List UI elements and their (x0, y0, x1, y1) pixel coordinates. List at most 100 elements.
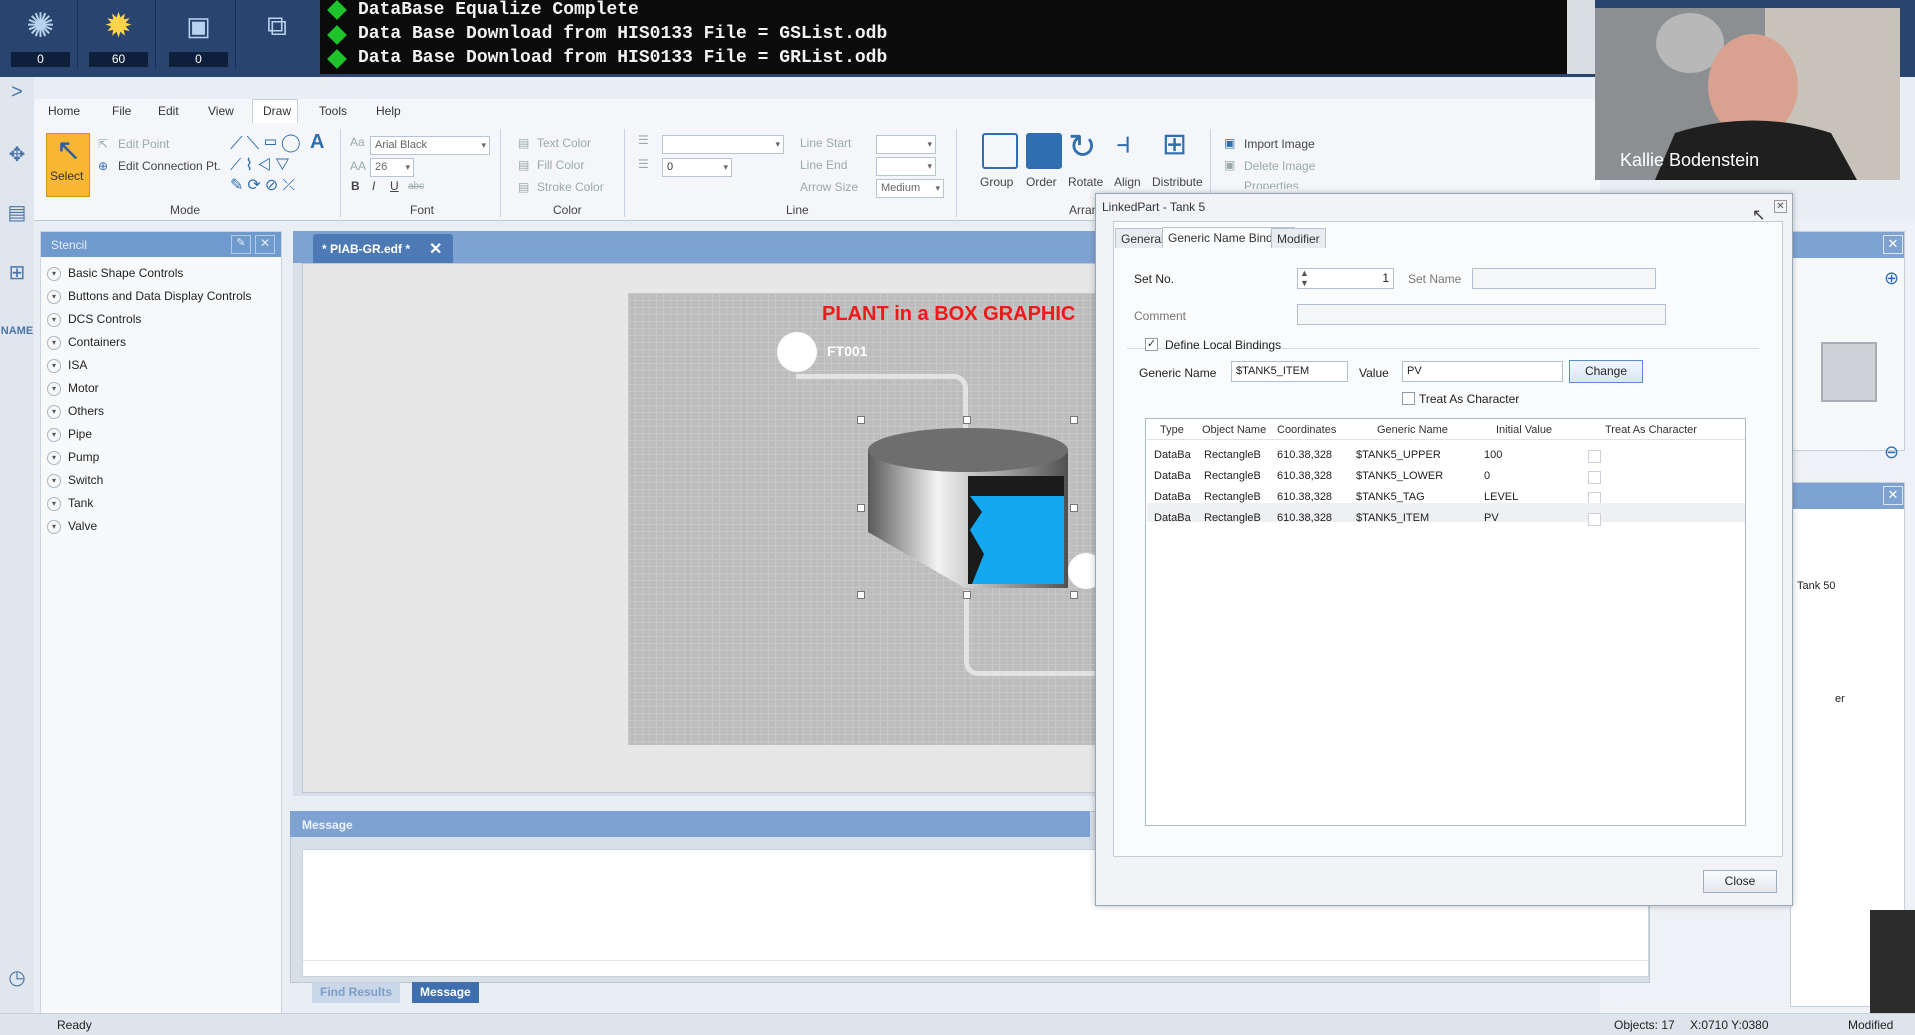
menu-home[interactable]: Home (48, 104, 80, 118)
delete-image-button[interactable]: Delete Image (1244, 159, 1315, 173)
strikethrough-button[interactable]: abc (408, 181, 424, 192)
align-button[interactable]: Align (1114, 175, 1141, 189)
pipe-shape[interactable] (964, 590, 1104, 676)
flow-indicator-shape[interactable] (777, 332, 817, 372)
tab-modifier[interactable]: Modifier (1271, 228, 1326, 248)
close-icon[interactable]: ✕ (429, 239, 442, 259)
table-row[interactable]: DataBa RectangleB 610.38,328 $TANK5_UPPE… (1146, 449, 1746, 468)
comment-field[interactable] (1297, 304, 1666, 325)
stencil-item[interactable]: ▾ Pump (47, 450, 99, 465)
selection-handle[interactable] (1070, 416, 1078, 424)
font-size-select[interactable]: 26 (370, 158, 414, 177)
stencil-item[interactable]: ▾ Valve (47, 519, 97, 534)
close-button[interactable]: Close (1703, 870, 1777, 893)
text-tool-icon[interactable]: A (310, 131, 324, 154)
layers-icon[interactable]: ▤ (0, 200, 34, 225)
message-side-buttons[interactable] (1567, 0, 1595, 74)
tag-label[interactable]: FT001 (827, 343, 867, 359)
tab-message[interactable]: Message (412, 982, 479, 1003)
column-header[interactable]: Treat As Character (1605, 424, 1697, 436)
rotate-icon[interactable]: ↻ (1068, 127, 1097, 167)
menu-tools[interactable]: Tools (319, 104, 347, 118)
stencil-item[interactable]: ▾ Basic Shape Controls (47, 266, 183, 281)
define-local-checkbox[interactable]: ✓ (1145, 338, 1158, 351)
generic-name-input[interactable]: $TANK5_ITEM (1231, 361, 1348, 382)
stencil-item[interactable]: ▾ ISA (47, 358, 87, 373)
stencil-item[interactable]: ▾ Others (47, 404, 104, 419)
shape-tools-icon[interactable]: ⟋⟍▭◯ (230, 133, 304, 154)
menu-edit[interactable]: Edit (158, 104, 179, 118)
text-color-button[interactable]: Text Color (537, 136, 591, 150)
canvas-title[interactable]: PLANT in a BOX GRAPHIC (822, 303, 1075, 326)
line-start-button[interactable]: Line Start (800, 136, 851, 150)
spinner-arrows-icon[interactable]: ▲ ▼ (1300, 268, 1309, 288)
column-header[interactable]: Initial Value (1496, 424, 1552, 436)
order-button[interactable]: Order (1026, 175, 1057, 189)
set-no-spinner[interactable]: 1 (1297, 268, 1394, 289)
zoom-in-icon[interactable]: ⊕ (1884, 268, 1899, 289)
stroke-color-button[interactable]: Stroke Color (537, 180, 604, 194)
selection-handle[interactable] (1070, 504, 1078, 512)
selection-handle[interactable] (963, 416, 971, 424)
selection-handle[interactable] (963, 591, 971, 599)
table-row-selected[interactable]: DataBa RectangleB 610.38,328 $TANK5_ITEM… (1146, 512, 1746, 531)
line-width-input[interactable]: 0 (662, 158, 732, 177)
line-end-button[interactable]: Line End (800, 158, 847, 172)
horizontal-scrollbar[interactable] (303, 960, 1648, 976)
alarm-counter-0[interactable]: ✺ 0 (4, 0, 78, 70)
stencil-item[interactable]: ▾ Motor (47, 381, 99, 396)
document-tab[interactable]: * PIAB-GR.edf * ✕ (313, 234, 453, 263)
treat-as-character-checkbox[interactable] (1402, 392, 1415, 405)
stencil-item[interactable]: ▾ Pipe (47, 427, 92, 442)
arrow-size-select[interactable]: Medium (876, 179, 944, 198)
close-icon[interactable]: ✕ (255, 235, 275, 254)
alarm-counter-2[interactable]: ▣ 0 (162, 0, 236, 70)
polygon-tools-icon[interactable]: ⟋⌇◁▽ (230, 155, 294, 175)
stencil-item[interactable]: ▾ Containers (47, 335, 126, 350)
cell-treat-checkbox[interactable] (1588, 471, 1601, 484)
overview-viewport[interactable] (1821, 342, 1877, 402)
line-style-select[interactable] (662, 135, 784, 154)
table-row[interactable]: DataBa RectangleB 610.38,328 $TANK5_LOWE… (1146, 470, 1746, 489)
cell-treat-checkbox[interactable] (1588, 450, 1601, 463)
grid-icon[interactable]: ⊞ (0, 260, 34, 285)
selection-handle[interactable] (857, 504, 865, 512)
close-icon[interactable]: ✕ (1883, 235, 1903, 254)
edit-point-button[interactable]: Edit Point (118, 137, 169, 151)
history-icon[interactable]: ◷ (0, 965, 34, 990)
cell-treat-checkbox[interactable] (1588, 513, 1601, 526)
menu-file[interactable]: File (112, 104, 131, 118)
column-header[interactable]: Type (1160, 424, 1184, 436)
rotate-button[interactable]: Rotate (1068, 175, 1103, 189)
tab-find-results[interactable]: Find Results (312, 982, 401, 1003)
menu-draw[interactable]: Draw (263, 104, 291, 118)
move-icon[interactable]: ✥ (0, 142, 34, 167)
change-button[interactable]: Change (1569, 360, 1643, 383)
align-icon[interactable]: ⫞ (1116, 127, 1131, 161)
close-icon[interactable]: ✕ (1883, 486, 1903, 505)
menu-view[interactable]: View (208, 104, 234, 118)
stencil-item[interactable]: ▾ DCS Controls (47, 312, 141, 327)
alarm-counter-1[interactable]: ✹ 60 (82, 0, 156, 70)
line-start-select[interactable] (876, 135, 936, 154)
name-button[interactable]: NAME (0, 325, 34, 337)
pin-icon[interactable]: ✎ (231, 235, 251, 254)
menu-help[interactable]: Help (376, 104, 401, 118)
edit-connection-button[interactable]: Edit Connection Pt. (118, 159, 221, 173)
value-input[interactable]: PV (1402, 361, 1563, 382)
close-icon[interactable]: ✕ (1774, 200, 1787, 213)
group-button[interactable]: Group (980, 175, 1013, 189)
message-monitor-button[interactable]: ⧉ (240, 0, 314, 70)
underline-button[interactable]: U (390, 179, 399, 193)
column-header[interactable]: Object Name (1202, 424, 1266, 436)
group-icon[interactable] (982, 133, 1018, 169)
line-end-select[interactable] (876, 157, 936, 176)
import-image-button[interactable]: Import Image (1244, 137, 1315, 151)
selection-handle[interactable] (1070, 591, 1078, 599)
zoom-out-icon[interactable]: ⊖ (1884, 442, 1899, 463)
properties-button[interactable]: Properties (1244, 179, 1299, 189)
order-icon[interactable] (1026, 133, 1062, 169)
bold-button[interactable]: B (351, 179, 360, 193)
stencil-item[interactable]: ▾ Buttons and Data Display Controls (47, 289, 251, 304)
distribute-icon[interactable]: ⊞ (1162, 127, 1187, 162)
